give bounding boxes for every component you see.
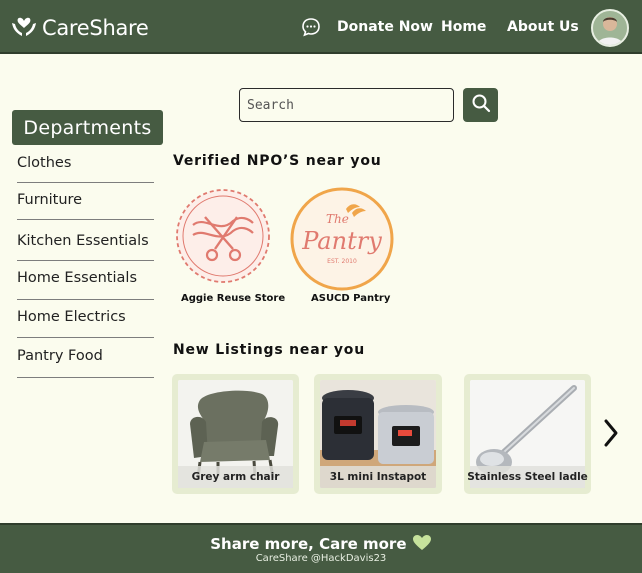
- pantry-logo-icon: The Pantry EST. 2010: [290, 187, 394, 291]
- pantry-logo-text: Pantry: [301, 227, 382, 255]
- departments-header: Departments: [12, 110, 163, 145]
- search-icon: [471, 93, 491, 117]
- listing-label-mini-instapot: 3L mini Instapot: [320, 466, 436, 488]
- footer-tagline: Share more, Care more: [210, 535, 407, 553]
- search-input[interactable]: [239, 88, 454, 122]
- listings-section-title: New Listings near you: [173, 342, 365, 358]
- npo-aggie-reuse-store[interactable]: [175, 187, 271, 289]
- listing-card-stainless-steel-ladle[interactable]: Stainless Steel ladle: [464, 374, 591, 494]
- aggie-reuse-logo-icon: [176, 189, 270, 283]
- listing-card-mini-instapot[interactable]: 3L mini Instapot: [314, 374, 442, 494]
- sidebar-item-pantry-food[interactable]: Pantry Food: [17, 348, 154, 378]
- npo-label-aggie-reuse: Aggie Reuse Store: [181, 293, 286, 304]
- footer-tagline-row: Share more, Care more: [0, 534, 642, 555]
- sidebar-item-kitchen-essentials[interactable]: Kitchen Essentials: [17, 233, 154, 261]
- hands-heart-logo-icon: [10, 13, 38, 43]
- pantry-logo-subtext: EST. 2010: [327, 258, 357, 265]
- search-button[interactable]: [463, 88, 498, 122]
- listing-label-grey-arm-chair: Grey arm chair: [178, 466, 293, 488]
- user-avatar[interactable]: [591, 9, 629, 47]
- listing-card-grey-arm-chair[interactable]: Grey arm chair: [172, 374, 299, 494]
- chevron-right-icon[interactable]: [602, 418, 620, 452]
- npo-label-asucd-pantry: ASUCD Pantry: [311, 293, 391, 304]
- sidebar-item-furniture[interactable]: Furniture: [17, 192, 154, 220]
- footer: Share more, Care more CareShare @HackDav…: [0, 523, 642, 573]
- nav-donate-now[interactable]: Donate Now: [337, 19, 433, 35]
- sidebar-item-home-essentials[interactable]: Home Essentials: [17, 270, 154, 300]
- listing-label-stainless-steel-ladle: Stainless Steel ladle: [467, 466, 588, 488]
- top-nav-bar: CareShare Donate Now Home About Us: [0, 0, 642, 54]
- footer-credit: CareShare @HackDavis23: [255, 553, 387, 564]
- pantry-logo-the: The: [326, 212, 349, 226]
- npo-asucd-pantry[interactable]: The Pantry EST. 2010: [290, 187, 394, 295]
- chat-icon[interactable]: [301, 17, 321, 41]
- npo-section-title: Verified NPO’S near you: [173, 153, 382, 169]
- sidebar-item-home-electrics[interactable]: Home Electrics: [17, 309, 154, 338]
- sidebar-item-clothes[interactable]: Clothes: [17, 155, 154, 183]
- heart-icon: [412, 534, 432, 555]
- brand-logo[interactable]: CareShare: [10, 13, 149, 43]
- nav-home[interactable]: Home: [441, 19, 486, 35]
- brand-name: CareShare: [42, 16, 149, 40]
- nav-about-us[interactable]: About Us: [507, 19, 579, 35]
